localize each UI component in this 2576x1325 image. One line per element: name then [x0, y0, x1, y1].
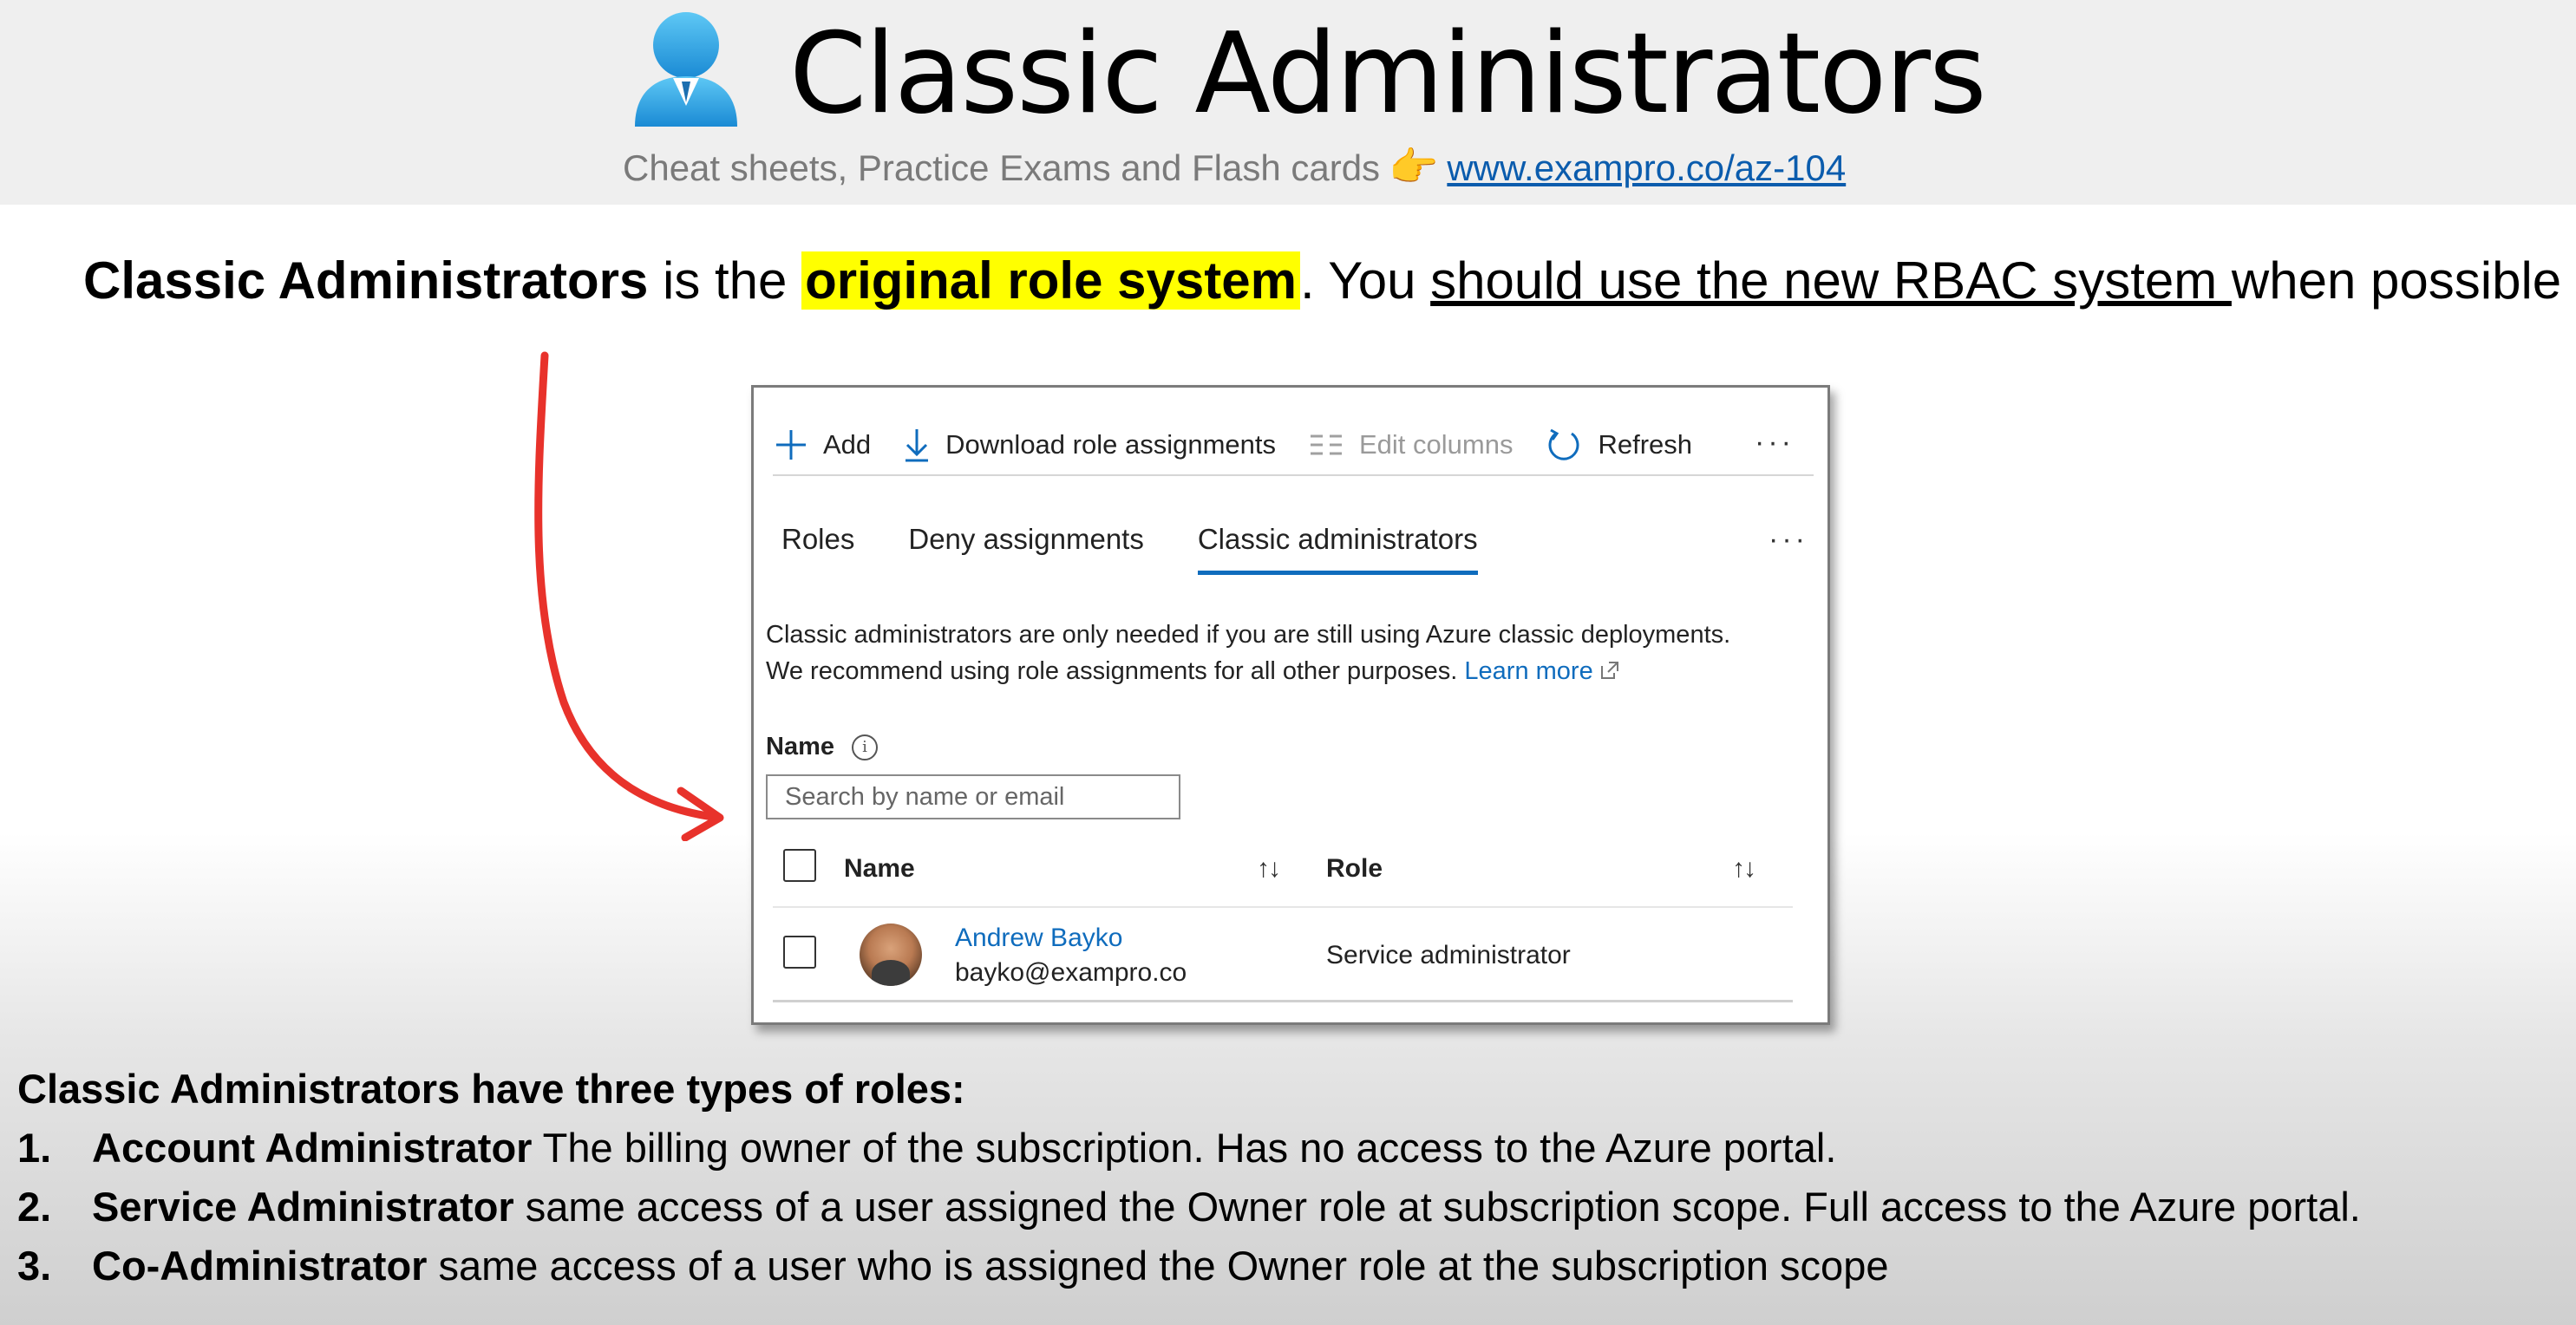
toolbar: Add Download role assignments Edit colum…: [775, 419, 1725, 471]
role-title: Service Administrator: [92, 1184, 514, 1230]
tab-deny-assignments[interactable]: Deny assignments: [908, 523, 1143, 575]
add-button[interactable]: Add: [775, 428, 871, 461]
headline-text-1: is the: [648, 251, 802, 310]
administrators-table: Name ↑↓ Role ↑↓ Andrew Bayko bayko@examp…: [773, 835, 1793, 1002]
search-input[interactable]: [766, 774, 1180, 819]
table-row[interactable]: Andrew Bayko bayko@exampro.co Service ad…: [773, 908, 1793, 1002]
notice-line-1: Classic administrators are only needed i…: [766, 621, 1731, 649]
list-item: 3. Co-Administrator same access of a user…: [17, 1237, 2361, 1296]
tabs-more-icon[interactable]: ···: [1769, 523, 1808, 557]
tab-classic-administrators[interactable]: Classic administrators: [1197, 523, 1478, 575]
toolbar-more-icon[interactable]: ···: [1755, 426, 1795, 460]
name-filter-label: Name i: [766, 733, 878, 761]
refresh-button[interactable]: Refresh: [1546, 427, 1692, 463]
red-arrow-icon: [534, 351, 724, 841]
headline: Classic Administrators is the original r…: [83, 241, 2561, 321]
tab-bar: Roles Deny assignments Classic administr…: [781, 523, 1532, 575]
refresh-icon: [1548, 428, 1579, 460]
info-notice: Classic administrators are only needed i…: [766, 617, 1815, 689]
list-item: 1. Account Administrator The billing owne…: [17, 1119, 2361, 1178]
name-column-header[interactable]: Name: [844, 854, 915, 884]
external-link-icon: [1600, 662, 1618, 679]
name-sort-icon[interactable]: ↑↓: [1257, 854, 1281, 884]
columns-icon: [1310, 434, 1342, 455]
role-sort-icon[interactable]: ↑↓: [1732, 854, 1756, 884]
headline-bold: Classic Administrators: [83, 251, 649, 310]
plus-icon: [776, 430, 806, 460]
user-icon: [635, 12, 737, 127]
headline-highlight: original role system: [801, 251, 1300, 310]
role-title: Account Administrator: [92, 1125, 533, 1171]
download-icon: [906, 429, 929, 462]
azure-portal-panel: Add Download role assignments Edit colum…: [751, 385, 1830, 1025]
download-label: Download role assignments: [945, 429, 1276, 460]
edit-columns-button[interactable]: Edit columns: [1309, 429, 1513, 460]
subtitle-text: Cheat sheets, Practice Exams and Flash c…: [623, 147, 1381, 188]
pointing-hand-icon: 👉: [1389, 144, 1439, 189]
list-item: 2. Service Administrator same access of a…: [17, 1178, 2361, 1237]
list-number: 3.: [17, 1243, 52, 1289]
headline-underlined: should use the new RBAC system: [1430, 251, 2232, 310]
role-desc: The billing owner of the subscription. H…: [532, 1125, 1837, 1171]
role-column-header[interactable]: Role: [1326, 854, 1383, 884]
edit-columns-label: Edit columns: [1358, 429, 1514, 460]
row-checkbox[interactable]: [783, 936, 816, 969]
list-number: 2.: [17, 1184, 52, 1230]
page-title: Classic Administrators: [789, 10, 1987, 139]
role-desc: same access of a user who is assigned th…: [427, 1243, 1889, 1289]
list-number: 1.: [17, 1125, 52, 1171]
exampro-link[interactable]: www.exampro.co/az-104: [1447, 147, 1846, 188]
learn-more-link[interactable]: Learn more: [1464, 657, 1592, 685]
toolbar-divider: [773, 474, 1814, 476]
headline-text-2: . You: [1299, 251, 1431, 310]
add-label: Add: [823, 429, 872, 460]
name-filter-text: Name: [766, 733, 834, 760]
notice-line-2-text: We recommend using role assignments for …: [766, 657, 1458, 685]
user-email: bayko@exampro.co: [955, 958, 1187, 987]
download-role-assignments-button[interactable]: Download role assignments: [904, 428, 1276, 462]
role-desc: same access of a user assigned the Owner…: [513, 1184, 2361, 1230]
slide-header: Classic Administrators Cheat sheets, Pra…: [0, 0, 2576, 205]
role-title: Co-Administrator: [92, 1243, 428, 1289]
notice-line-2: We recommend using role assignments for …: [766, 653, 1815, 689]
info-icon[interactable]: i: [852, 734, 878, 760]
roles-list-lead: Classic Administrators have three types …: [17, 1066, 965, 1112]
subtitle: Cheat sheets, Practice Exams and Flash c…: [623, 139, 1846, 196]
roles-list: Classic Administrators have three types …: [17, 1060, 2361, 1296]
table-header: Name ↑↓ Role ↑↓: [773, 835, 1793, 908]
headline-text-3: when possible: [2231, 251, 2562, 310]
user-name-link[interactable]: Andrew Bayko: [955, 924, 1122, 953]
tab-roles[interactable]: Roles: [781, 523, 854, 575]
avatar: [860, 924, 922, 986]
select-all-checkbox[interactable]: [783, 849, 816, 882]
refresh-label: Refresh: [1598, 429, 1692, 460]
user-role: Service administrator: [1326, 941, 1571, 969]
